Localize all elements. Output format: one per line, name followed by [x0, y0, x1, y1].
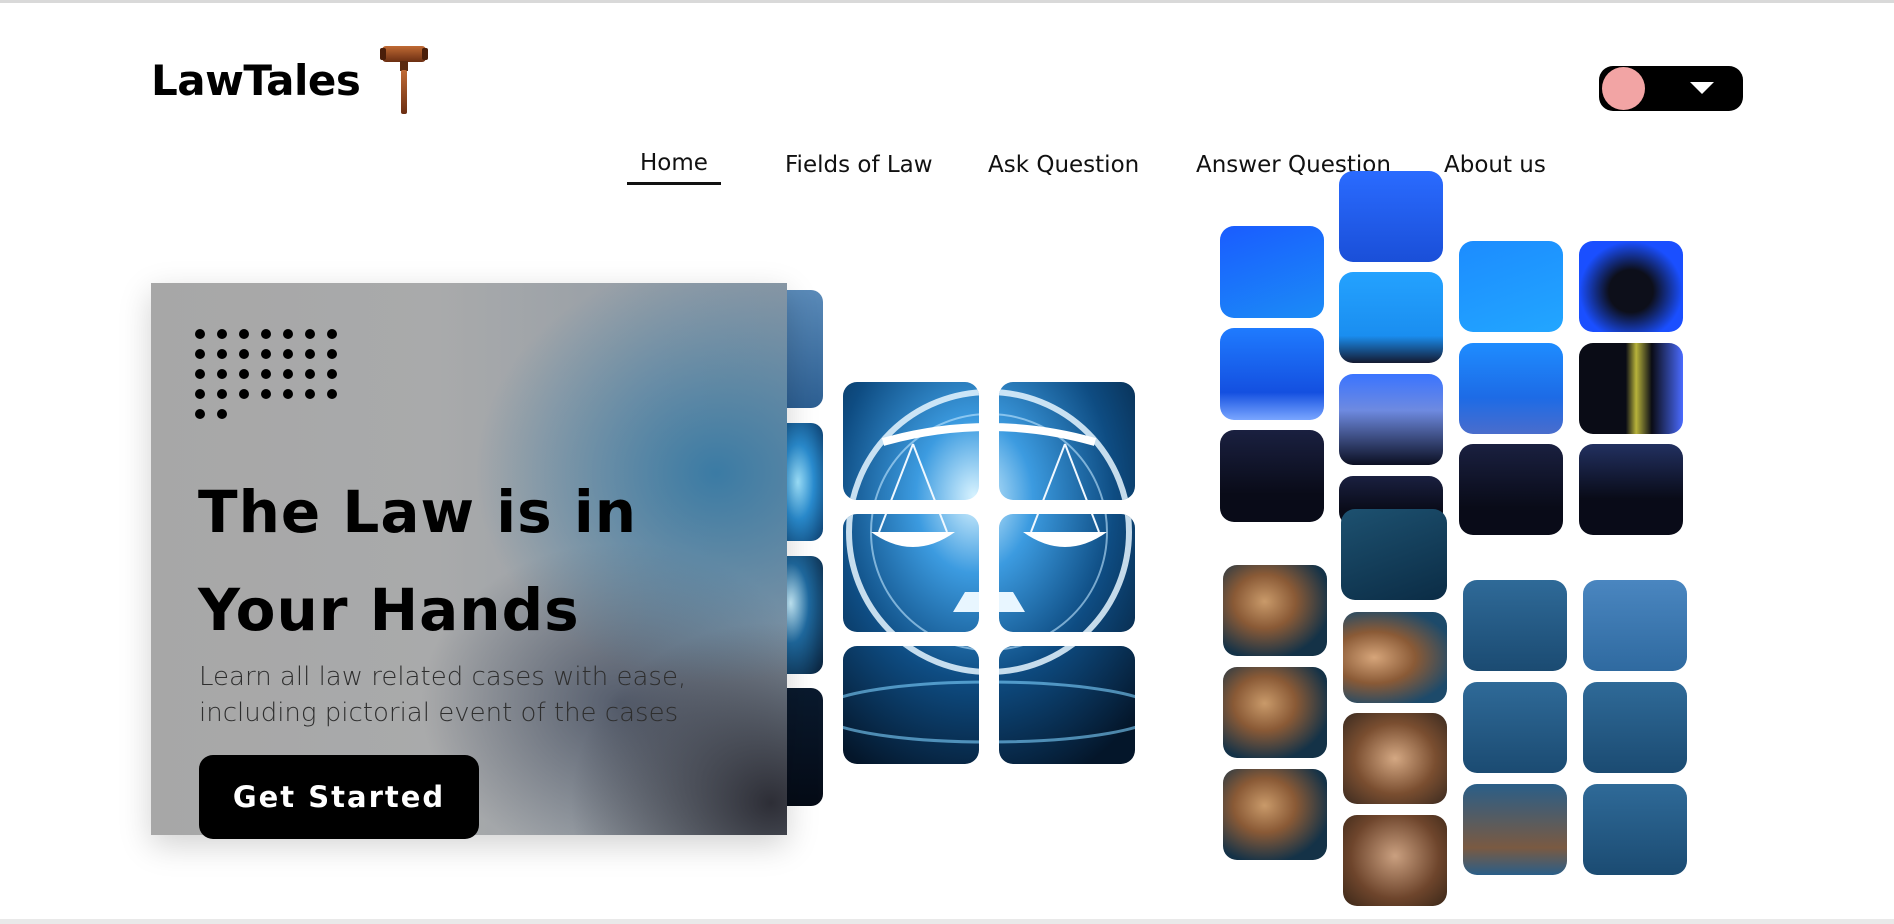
- hero-card: The Law is in Your Hands Learn all law r…: [151, 283, 787, 835]
- hero-subtitle: Learn all law related cases with ease, i…: [199, 662, 687, 728]
- image-strip-4: [787, 688, 823, 806]
- image-strip-3: [787, 556, 823, 674]
- nav-about-us[interactable]: About us: [1444, 152, 1546, 178]
- lady-justice-mosaic-tile: [1463, 784, 1567, 875]
- get-started-button[interactable]: Get Started: [199, 755, 479, 839]
- nav-home[interactable]: Home: [627, 150, 721, 185]
- gavel-mosaic-tile: [1579, 444, 1683, 535]
- lady-justice-mosaic-tile: [1223, 667, 1327, 758]
- brand-name: LawTales: [151, 56, 361, 105]
- gavel-icon: [380, 46, 429, 114]
- lady-justice-mosaic-tile: [1583, 682, 1687, 773]
- gavel-mosaic-tile: [1220, 226, 1324, 318]
- theme-toggle-dropdown[interactable]: [1599, 66, 1743, 111]
- lady-justice-mosaic-tile: [1341, 509, 1447, 600]
- image-strip-2: [787, 423, 823, 541]
- lady-justice-mosaic-tile: [1583, 784, 1687, 875]
- lady-justice-mosaic-tile: [1223, 565, 1327, 656]
- window-bottom-border: [0, 919, 1894, 924]
- chevron-down-icon: [1690, 82, 1714, 94]
- image-strip-1: [787, 290, 823, 408]
- lady-justice-mosaic-tile: [1343, 612, 1447, 703]
- gavel-mosaic-tile: [1339, 272, 1443, 363]
- gavel-mosaic-tile: [1579, 241, 1683, 332]
- gavel-mosaic-tile: [1579, 343, 1683, 434]
- brand-logo[interactable]: LawTales: [151, 46, 429, 116]
- nav-fields-of-law[interactable]: Fields of Law: [785, 152, 933, 178]
- lady-justice-mosaic-tile: [1583, 580, 1687, 671]
- gavel-mosaic-tile: [1220, 328, 1324, 420]
- toggle-knob: [1602, 67, 1645, 110]
- gavel-mosaic-tile: [1459, 241, 1563, 332]
- lady-justice-mosaic-tile: [1463, 682, 1567, 773]
- gavel-mosaic-tile: [1220, 430, 1324, 522]
- lady-justice-mosaic-tile: [1343, 713, 1447, 804]
- lady-justice-mosaic-tile: [1343, 815, 1447, 906]
- lady-justice-mosaic-tile: [1463, 580, 1567, 671]
- hero-title: The Law is in Your Hands: [198, 478, 638, 644]
- window-top-border: [0, 0, 1894, 3]
- nav-ask-question[interactable]: Ask Question: [988, 152, 1139, 178]
- dot-pattern-decoration: [195, 329, 339, 421]
- gavel-mosaic-tile: [1459, 444, 1563, 535]
- gavel-mosaic-tile: [1339, 171, 1443, 262]
- scales-of-justice-mosaic: [843, 382, 1135, 764]
- lady-justice-mosaic-tile: [1223, 769, 1327, 860]
- gavel-mosaic-tile: [1459, 343, 1563, 434]
- gavel-mosaic-tile: [1339, 374, 1443, 465]
